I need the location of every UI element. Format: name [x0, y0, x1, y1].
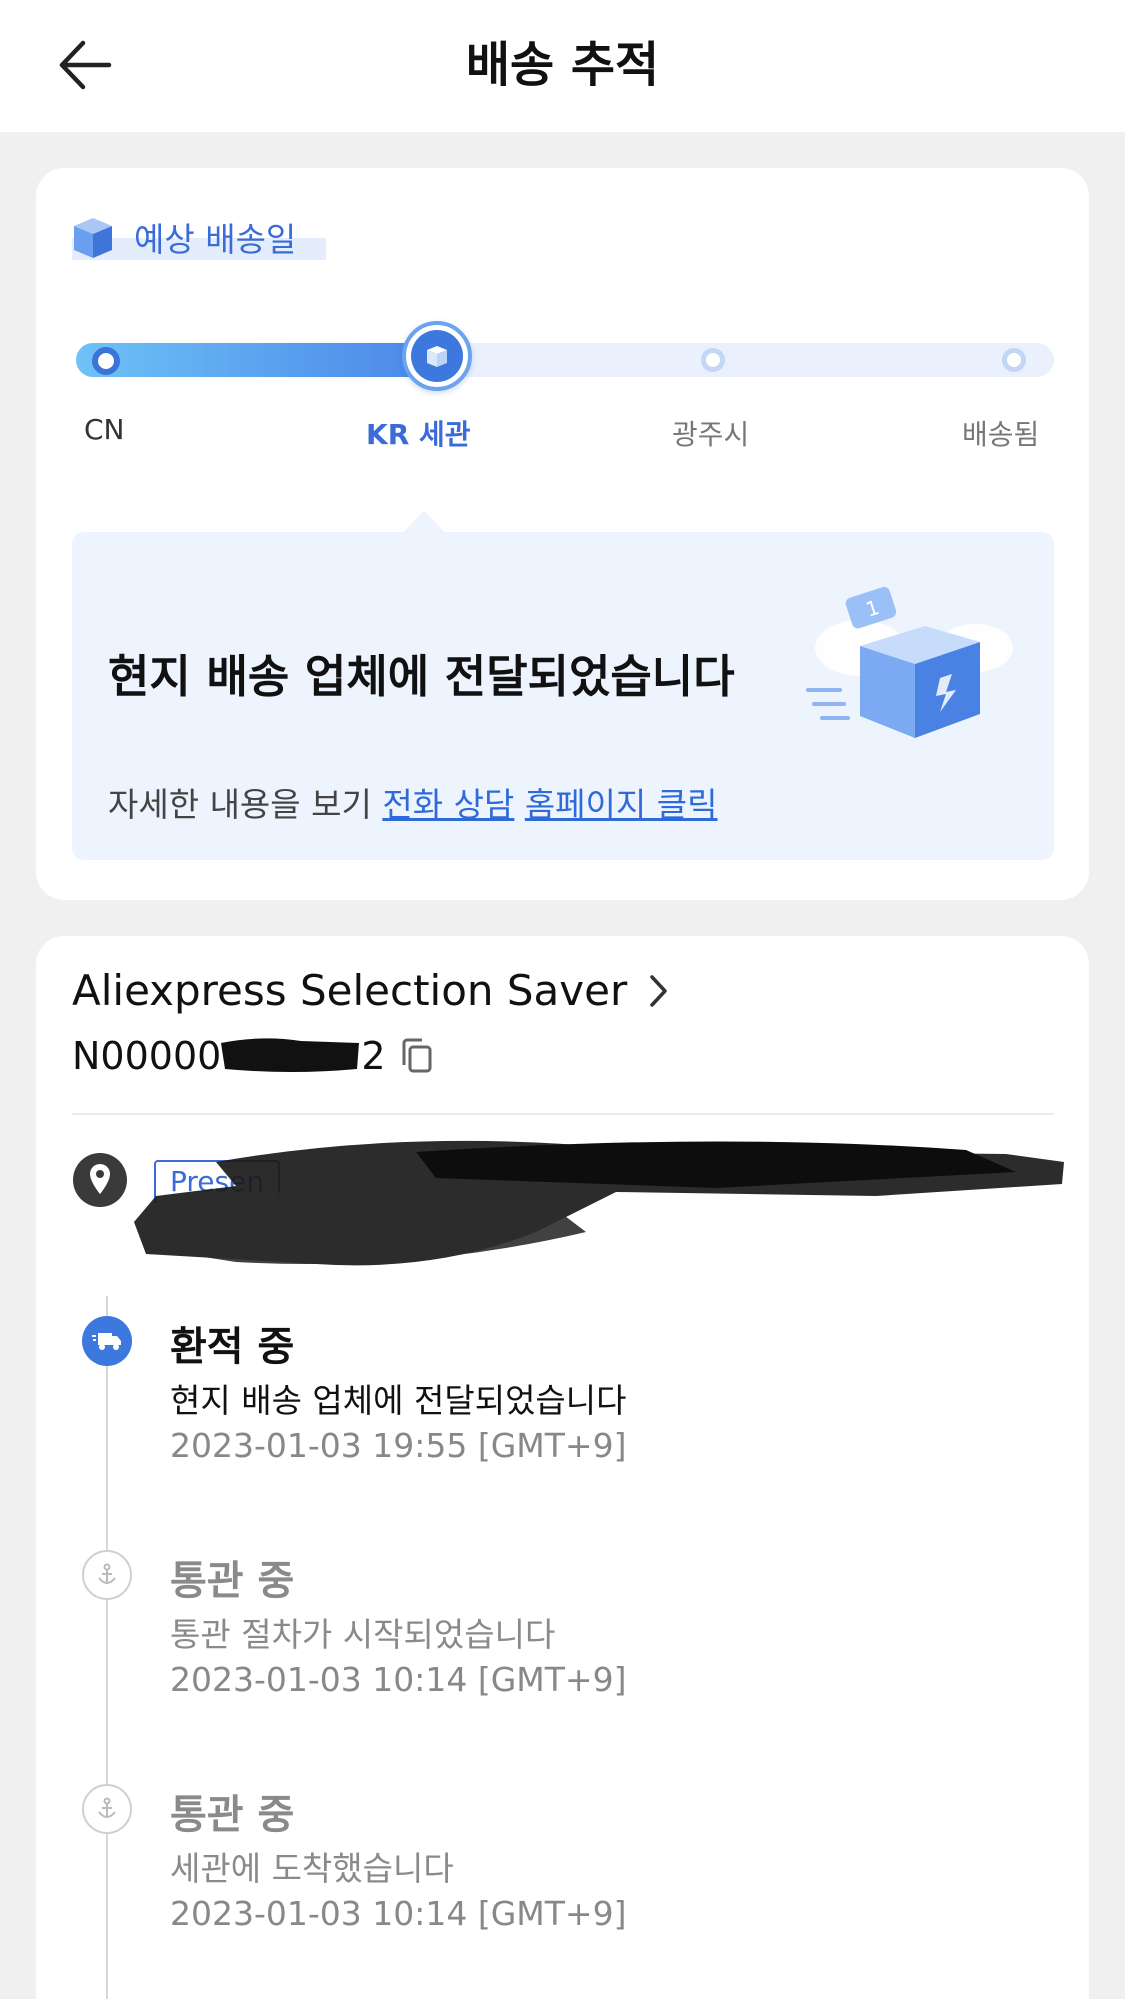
stage-label-cn: CN [84, 413, 125, 446]
status-title: 현지 배송 업체에 전달되었습니다 [108, 650, 735, 703]
status-pointer [404, 510, 444, 532]
carrier-link[interactable]: Aliexpress Selection Saver [72, 966, 669, 1015]
divider [72, 1113, 1054, 1115]
anchor-icon [82, 1784, 132, 1834]
stage-node-cn [92, 347, 120, 375]
homepage-link[interactable]: 홈페이지 클릭 [525, 785, 718, 824]
event-time: 2023-01-03 10:14 [GMT+9] [170, 1660, 627, 1699]
copy-icon[interactable] [400, 1037, 434, 1075]
stage-label-kr-customs: KR 세관 [366, 418, 471, 451]
status-box: 현지 배송 업체에 전달되었습니다 자세한 내용을 보기 전화 상담 홈페이지 … [72, 532, 1054, 860]
page-title: 배송 추적 [465, 37, 660, 93]
event-description: 세관에 도착했습니다 [170, 1849, 454, 1888]
tracking-number: N00000 [72, 1034, 222, 1078]
stage-node-gwangju [701, 348, 725, 372]
event-title: 통관 중 [170, 1558, 295, 1604]
estimated-delivery-row: 예상 배송일 [70, 212, 326, 262]
event-time: 2023-01-03 19:55 [GMT+9] [170, 1426, 627, 1465]
eta-label: 예상 배송일 [134, 220, 297, 259]
event-time: 2023-01-03 10:14 [GMT+9] [170, 1894, 627, 1933]
progress-fill [76, 343, 439, 377]
stage-node-delivered [1002, 348, 1026, 372]
phone-consult-link[interactable]: 전화 상담 [382, 785, 514, 824]
chevron-right-icon [650, 974, 667, 1007]
truck-icon [82, 1316, 132, 1366]
current-stage-box-icon [411, 330, 463, 382]
event-description: 현지 배송 업체에 전달되었습니다 [170, 1381, 627, 1420]
package-icon [74, 218, 112, 258]
tracking-details-card: Aliexpress Selection Saver N00000 2 Pres… [36, 936, 1089, 1999]
tracking-number-row: N00000 2 [72, 1034, 434, 1078]
stage-node-current [402, 321, 472, 391]
redacted-tracking-digits [221, 1038, 361, 1073]
event-description: 통관 절차가 시작되었습니다 [170, 1615, 556, 1654]
carrier-name: Aliexpress Selection Saver [72, 966, 628, 1015]
stage-label-gwangju: 광주시 [672, 418, 750, 451]
progress-track [76, 321, 1054, 391]
flying-package-illustration: 1 [806, 586, 1013, 738]
anchor-icon [82, 1550, 132, 1600]
event-title: 통관 중 [170, 1792, 295, 1838]
status-help-text: 자세한 내용을 보기 전화 상담 홈페이지 클릭 [108, 778, 717, 826]
delivery-progress-card: 예상 배송일 CN KR 세관 광주시 배송됨 현지 배송 업체에 전달되었습니… [36, 168, 1089, 900]
help-prefix: 자세한 내용을 보기 [108, 785, 372, 824]
stage-label-delivered: 배송됨 [962, 418, 1040, 451]
top-bar: 배송 추적 [0, 0, 1125, 132]
timeline-line [106, 1296, 108, 1999]
event-title: 환적 중 [170, 1324, 295, 1370]
tracking-number-suffix: 2 [361, 1034, 386, 1078]
redacted-address [134, 1140, 1064, 1266]
